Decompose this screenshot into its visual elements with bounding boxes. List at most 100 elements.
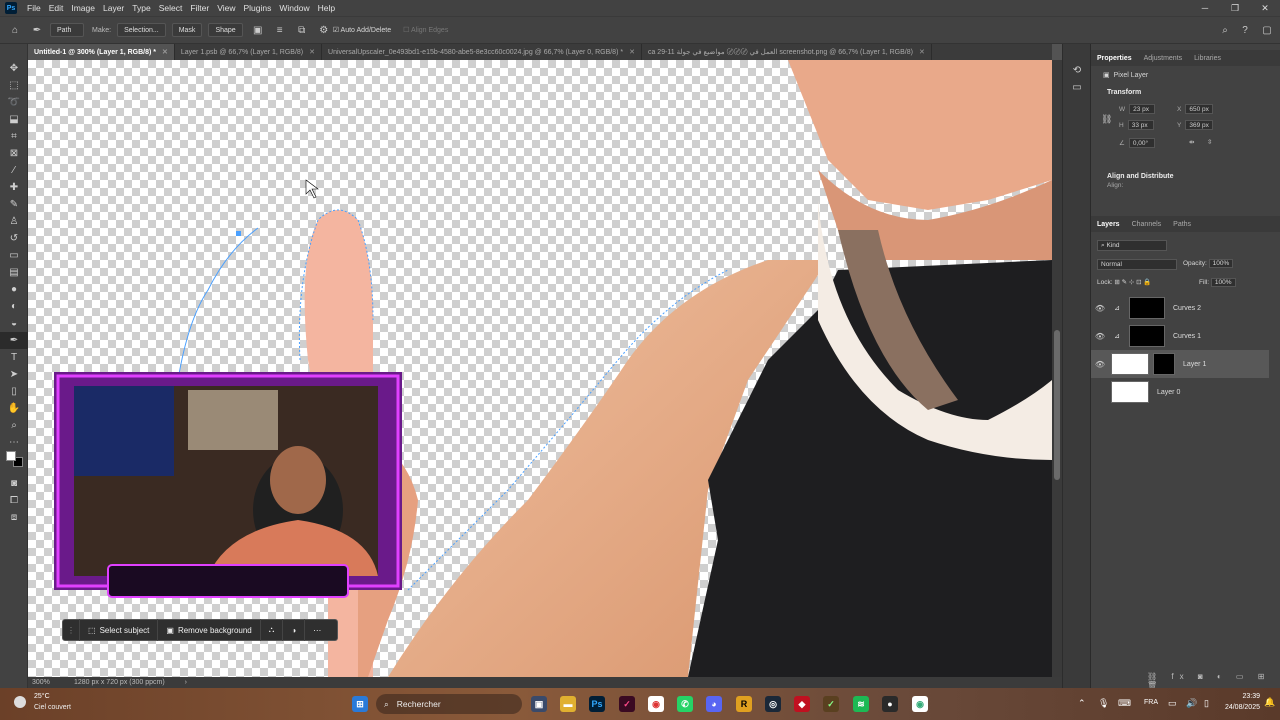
whatsapp-icon[interactable]: ✆ <box>677 696 693 712</box>
weather-desc[interactable]: Ciel couvert <box>34 704 71 711</box>
layer-mask-thumbnail[interactable] <box>1153 353 1175 375</box>
align-edges-checkbox[interactable]: ☐ Align Edges <box>403 26 448 34</box>
drag-handle-icon[interactable]: ⋮ <box>63 619 80 641</box>
eye-icon[interactable]: 👁 <box>1091 304 1109 313</box>
layer-curves-2[interactable]: 👁 ⊿ Curves 2 <box>1091 294 1269 322</box>
layer-layer-1[interactable]: 👁 Layer 1 <box>1091 350 1269 378</box>
lock-icons[interactable]: ⊞ ✎ ⊹ ⊡ 🔒 <box>1114 278 1151 286</box>
angle-field[interactable]: 0,00° <box>1128 138 1155 148</box>
healing-brush-tool-icon[interactable]: ✚ <box>0 179 28 196</box>
microphone-icon[interactable]: 🎙 <box>1098 698 1109 709</box>
comments-icon[interactable]: ▭ <box>1063 79 1091 96</box>
windows-start-icon[interactable]: ⊞ <box>352 696 368 712</box>
layer-mask-thumbnail[interactable] <box>1129 297 1165 319</box>
quick-mask-icon[interactable]: ◙ <box>0 475 28 492</box>
path-operations-icon[interactable]: ▣ <box>251 23 265 37</box>
path-arrangement-icon[interactable]: ⧉ <box>295 23 309 37</box>
status-arrow-icon[interactable]: › <box>185 679 187 686</box>
help-icon[interactable]: ? <box>1238 23 1252 37</box>
layer-thumbnail[interactable] <box>1111 353 1149 375</box>
restore-icon[interactable]: ❐ <box>1220 0 1250 16</box>
tab-properties[interactable]: Properties <box>1091 55 1138 62</box>
chrome-icon[interactable]: ◉ <box>648 696 664 712</box>
tab-universal-upscaler[interactable]: UniversalUpscaler_0e493bd1-e15b-4580-abe… <box>322 44 642 60</box>
document-canvas[interactable] <box>28 60 1052 677</box>
nvidia-icon[interactable]: ✓ <box>823 696 839 712</box>
edit-toolbar-icon[interactable]: ⧈ <box>0 509 28 526</box>
menu-help[interactable]: Help <box>314 3 339 13</box>
dodge-tool-icon-2[interactable]: ◒ <box>0 315 28 332</box>
task-view-icon[interactable]: ▣ <box>531 696 547 712</box>
x-field[interactable]: 650 px <box>1185 104 1213 114</box>
layer-name[interactable]: Layer 0 <box>1157 389 1180 396</box>
foreground-color-swatch[interactable] <box>6 451 16 461</box>
close-tab-icon[interactable]: ✕ <box>309 48 315 56</box>
pen-tool-preset-icon[interactable]: ✒ <box>30 23 44 37</box>
steam-icon[interactable]: ◎ <box>765 696 781 712</box>
menu-type[interactable]: Type <box>128 3 154 13</box>
select-subject-button[interactable]: ⬚ Select subject <box>80 619 159 641</box>
crop-tool-icon[interactable]: ⌗ <box>0 128 28 145</box>
zoom-tool-icon[interactable]: ⌕ <box>0 417 28 434</box>
opacity-field[interactable]: 100% <box>1208 259 1234 268</box>
path-mode-select[interactable]: Path <box>50 23 84 37</box>
clone-stamp-tool-icon[interactable]: ♙ <box>0 213 28 230</box>
volume-icon[interactable]: 🔊 <box>1186 698 1197 709</box>
battery-icon[interactable]: ▯ <box>1204 698 1209 709</box>
path-selection-tool-icon[interactable]: ➤ <box>0 366 28 383</box>
menu-plugins[interactable]: Plugins <box>239 3 275 13</box>
layer-name[interactable]: Curves 1 <box>1173 333 1201 340</box>
tab-adjustments[interactable]: Adjustments <box>1138 55 1189 62</box>
pen-tool-icon[interactable]: ✒ <box>0 332 28 349</box>
close-tab-icon[interactable]: ✕ <box>162 48 168 56</box>
keyboard-icon[interactable]: ⌨ <box>1118 698 1131 709</box>
app-r-icon[interactable]: R <box>736 696 752 712</box>
move-tool-icon[interactable]: ✥ <box>0 60 28 77</box>
tab-layer-1-psb[interactable]: Layer 1.psb @ 66,7% (Layer 1, RGB/8) ✕ <box>175 44 323 60</box>
menu-filter[interactable]: Filter <box>186 3 213 13</box>
fill-field[interactable]: 100% <box>1210 278 1236 287</box>
remove-background-button[interactable]: ▣ Remove background <box>158 619 261 641</box>
minimize-icon[interactable]: ─ <box>1190 0 1220 16</box>
width-field[interactable]: 23 px <box>1129 104 1156 114</box>
auto-add-delete-checkbox[interactable]: ☑ Auto Add/Delete <box>333 26 391 34</box>
document-size[interactable]: 1280 px x 720 px (300 ppcm) <box>74 679 165 686</box>
layer-layer-0[interactable]: Layer 0 <box>1091 378 1269 406</box>
frame-tool-icon[interactable]: ⊠ <box>0 145 28 162</box>
home-icon[interactable]: ⌂ <box>8 23 22 37</box>
search-icon[interactable]: ⌕ <box>1218 23 1232 37</box>
menu-layer[interactable]: Layer <box>99 3 128 13</box>
file-explorer-icon[interactable]: ▬ <box>560 696 576 712</box>
screen-mode-icon[interactable]: ⧠ <box>0 492 28 509</box>
tab-screenshot[interactable]: ca 29-11 العمل في 〄〄〄 مواضيع في جولة scr… <box>642 44 932 60</box>
object-selection-tool-icon[interactable]: ⬓ <box>0 111 28 128</box>
link-icon[interactable]: ⛓ <box>1101 114 1112 125</box>
mask-button[interactable]: Mask <box>171 23 203 37</box>
gear-icon[interactable]: ⚙ <box>317 23 331 37</box>
rectangle-tool-icon[interactable]: ▯ <box>0 383 28 400</box>
brush-tool-icon[interactable]: ✎ <box>0 196 28 213</box>
weather-temp[interactable]: 25°C <box>34 693 50 700</box>
blur-tool-icon[interactable]: ● <box>0 281 28 298</box>
network-icon[interactable]: ▭ <box>1168 698 1177 709</box>
chrome-profile-icon[interactable]: ◉ <box>912 696 928 712</box>
clock-time[interactable]: 23:39 <box>1226 693 1260 700</box>
eye-icon[interactable]: 👁 <box>1091 360 1109 369</box>
y-field[interactable]: 369 px <box>1185 120 1213 130</box>
tab-layers[interactable]: Layers <box>1091 221 1126 228</box>
discord-icon[interactable]: ◕ <box>706 696 722 712</box>
clock-date[interactable]: 24/08/2025 <box>1222 704 1260 711</box>
zoom-level[interactable]: 300% <box>32 679 64 686</box>
blend-mode-select[interactable]: Normal <box>1097 259 1177 270</box>
menu-select[interactable]: Select <box>155 3 187 13</box>
menu-file[interactable]: File <box>23 3 45 13</box>
shape-button[interactable]: Shape <box>208 23 243 37</box>
menu-window[interactable]: Window <box>275 3 313 13</box>
flip-vertical-icon[interactable]: ⇳ <box>1207 138 1212 146</box>
weather-icon[interactable] <box>10 692 30 712</box>
eyedropper-tool-icon[interactable]: ⁄ <box>0 162 28 179</box>
selection-button[interactable]: Selection... <box>117 23 166 37</box>
history-icon[interactable]: ⟲ <box>1063 62 1091 79</box>
flip-horizontal-icon[interactable]: ⇹ <box>1189 138 1194 146</box>
marquee-tool-icon[interactable]: ⬚ <box>0 77 28 94</box>
